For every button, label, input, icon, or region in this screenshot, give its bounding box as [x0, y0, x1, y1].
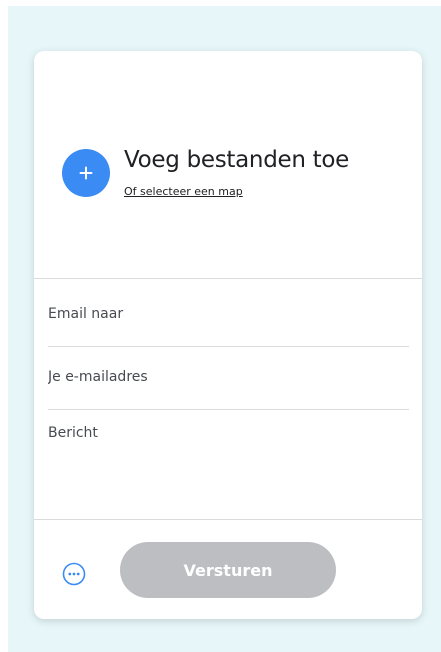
transfer-card: Voeg bestanden toe Of selecteer een map … — [34, 51, 422, 619]
email-to-field — [48, 283, 409, 347]
add-files-button[interactable] — [62, 149, 110, 197]
email-from-field — [48, 346, 409, 410]
select-folder-link[interactable]: Of selecteer een map — [124, 185, 243, 198]
more-options-button[interactable] — [62, 562, 86, 586]
add-files-title: Voeg bestanden toe — [124, 147, 349, 173]
card-footer: Versturen — [34, 519, 422, 619]
more-options-icon — [62, 562, 86, 586]
message-input[interactable] — [48, 411, 409, 530]
send-button[interactable]: Versturen — [120, 542, 336, 598]
add-files-section[interactable]: Voeg bestanden toe Of selecteer een map — [34, 51, 422, 279]
email-from-input[interactable] — [48, 346, 409, 408]
plus-icon — [79, 166, 93, 180]
email-to-input[interactable] — [48, 283, 409, 345]
